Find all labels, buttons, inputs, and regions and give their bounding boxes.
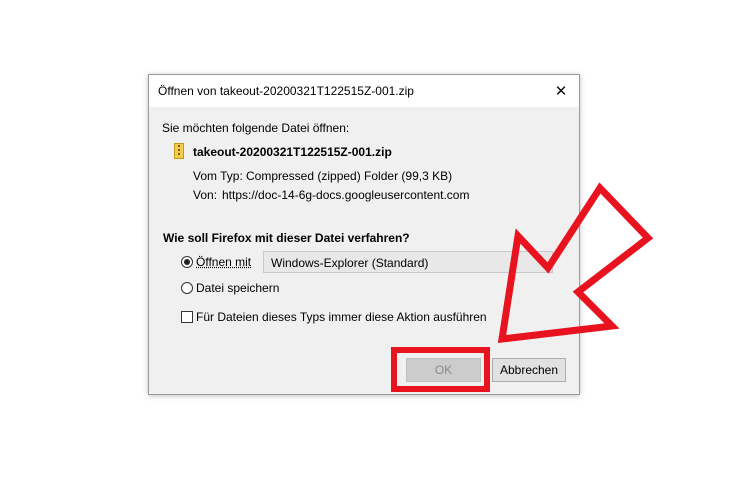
arrow-outline [497,182,654,344]
pointer-arrow-icon [497,182,654,344]
